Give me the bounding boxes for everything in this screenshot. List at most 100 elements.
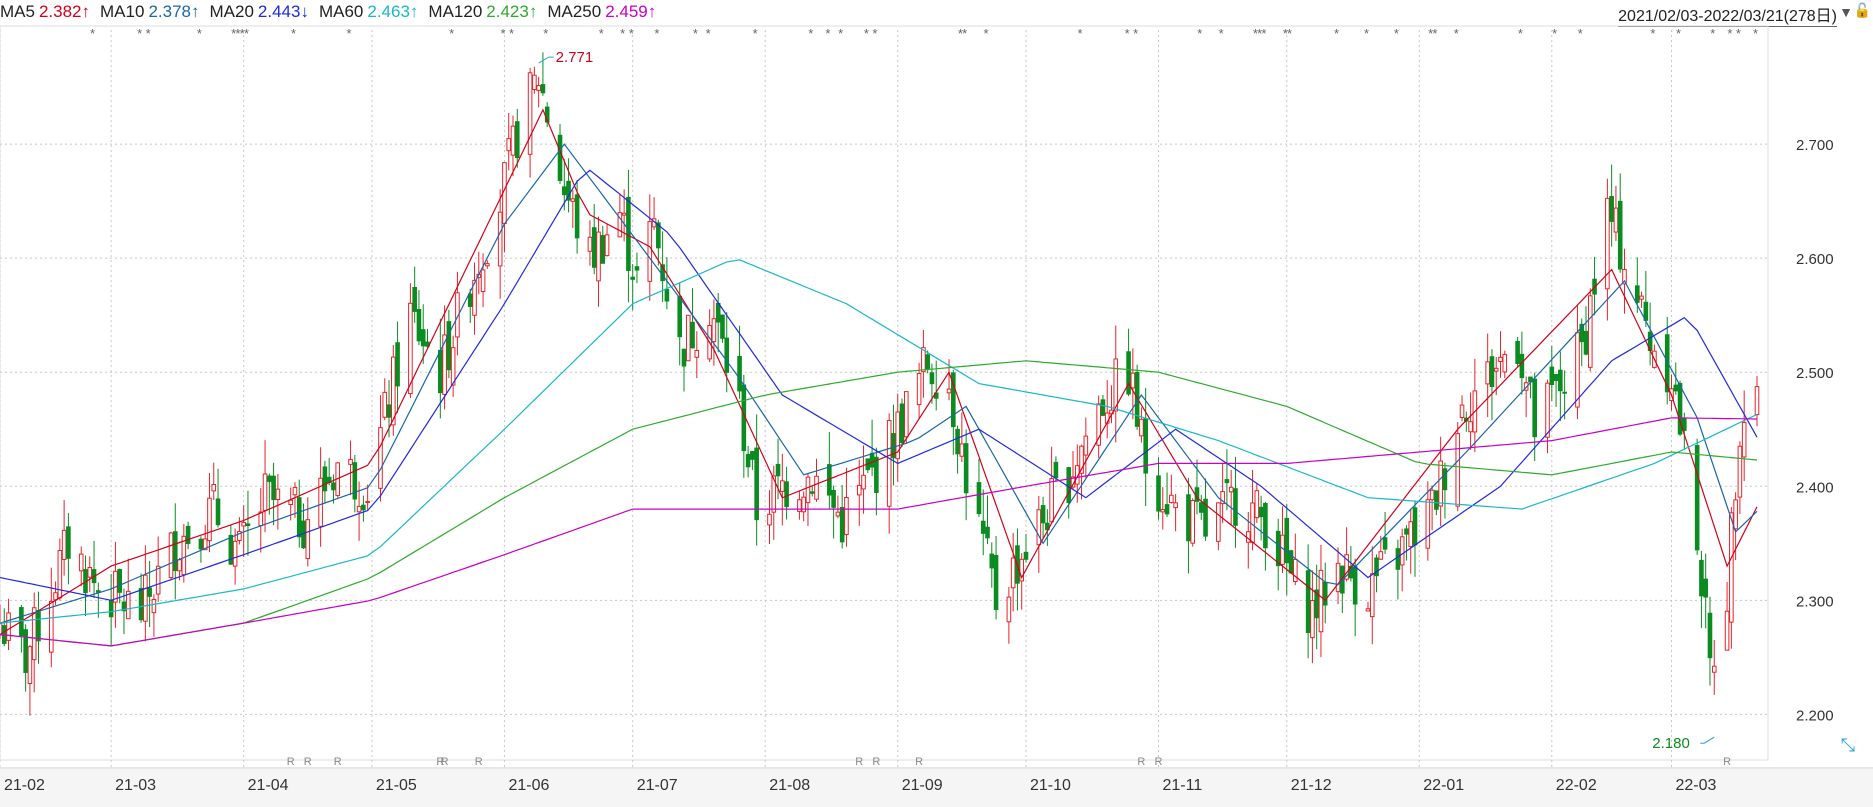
candle-body <box>784 481 789 508</box>
candle-body <box>1160 509 1166 513</box>
x-tick-label: 21-09 <box>902 777 943 794</box>
candle-body <box>61 529 67 560</box>
candle-body <box>1228 486 1234 493</box>
candle-body <box>420 329 426 347</box>
candle-body <box>750 450 755 460</box>
r-marker: R <box>304 756 312 768</box>
star-marker: * <box>1710 26 1715 41</box>
candle-body <box>1382 537 1388 550</box>
star-marker: * <box>838 26 843 41</box>
candle-body <box>1562 391 1567 394</box>
candle-body <box>963 443 969 494</box>
candle-body <box>856 484 862 496</box>
candle-body <box>1549 366 1555 386</box>
candle-body <box>262 473 268 511</box>
candle-body <box>1485 361 1490 385</box>
candle-body <box>1130 372 1136 389</box>
candle-body <box>899 403 905 444</box>
ma-line-ma60 <box>0 259 1758 624</box>
candle-body <box>267 475 272 482</box>
candle-body <box>715 302 721 323</box>
star-marker: * <box>1287 26 1292 41</box>
candle-body <box>1322 582 1328 606</box>
candle-body <box>382 391 388 418</box>
candle-body <box>1609 196 1614 222</box>
star-marker: * <box>599 26 604 41</box>
candle-body <box>232 540 238 567</box>
candle-body <box>630 276 635 280</box>
star-marker: * <box>449 26 454 41</box>
candle-body <box>6 612 11 641</box>
r-marker: R <box>872 756 880 768</box>
r-marker: R <box>334 756 342 768</box>
star-marker: * <box>1197 26 1202 41</box>
candle-body <box>767 513 772 526</box>
candle-body <box>1489 356 1495 387</box>
candle-body <box>1263 502 1268 549</box>
x-tick-label: 21-07 <box>637 777 678 794</box>
candle-body <box>724 337 730 373</box>
candle-body <box>1399 536 1405 566</box>
x-tick-label: 21-03 <box>115 777 156 794</box>
candle-body <box>1737 445 1743 498</box>
candle-body <box>720 314 725 339</box>
candle-body <box>1673 384 1679 392</box>
candle-body <box>886 420 892 507</box>
star-marker: * <box>1125 26 1130 41</box>
candle-body <box>1156 475 1161 512</box>
candle-body <box>1126 351 1131 395</box>
star-marker: * <box>825 26 830 41</box>
candle-body <box>1100 399 1106 416</box>
candle-body <box>395 342 400 387</box>
candle-body <box>1006 596 1012 623</box>
candlestick-chart[interactable]: 2.700 2.600 2.500 2.400 2.300 2.200 21-02 21-03… <box>0 0 1873 807</box>
candle-body <box>685 314 691 362</box>
candle-body <box>1639 295 1644 300</box>
candle-body <box>31 607 37 661</box>
candle-body <box>27 646 33 685</box>
candle-body <box>207 497 212 542</box>
candle-body <box>1532 378 1538 438</box>
expand-arrows-icon[interactable]: ⤡ <box>1841 735 1855 756</box>
candle-body <box>1468 421 1473 433</box>
candle-body <box>497 211 503 267</box>
candle-body <box>874 456 879 493</box>
candle-body <box>1293 558 1298 583</box>
star-marker: * <box>1454 26 1459 41</box>
star-marker: * <box>1334 26 1339 41</box>
star-marker: * <box>962 26 967 41</box>
candle-body <box>775 463 781 477</box>
candle-body <box>861 474 866 490</box>
star-marker: * <box>347 26 352 41</box>
candle-body <box>557 134 563 181</box>
candle-body <box>664 289 670 302</box>
candle-body <box>292 486 298 496</box>
candle-body <box>1190 499 1196 544</box>
x-tick-label: 21-06 <box>508 777 549 794</box>
candle-body <box>604 234 610 257</box>
candle-body <box>143 574 148 622</box>
x-tick-label: 21-05 <box>376 777 417 794</box>
star-marker: * <box>706 26 711 41</box>
candle-body <box>1699 559 1704 597</box>
candle-body <box>305 519 311 560</box>
candle-body <box>1113 358 1119 412</box>
candle-body <box>53 592 58 601</box>
candle-body <box>596 231 601 282</box>
candle-body <box>869 452 875 468</box>
star-marker: * <box>1727 26 1732 41</box>
candle-body <box>1173 502 1178 509</box>
candle-body <box>1169 494 1174 504</box>
candle-body <box>993 554 999 610</box>
candle-body <box>621 212 627 216</box>
candle-body <box>155 565 161 595</box>
star-marker: * <box>509 26 514 41</box>
r-marker: R <box>1155 756 1163 768</box>
candle-body <box>916 372 922 406</box>
star-marker: * <box>1518 26 1523 41</box>
x-tick-label: 21-12 <box>1291 777 1332 794</box>
candle-body <box>361 504 366 511</box>
candle-body <box>331 482 336 491</box>
x-tick-label: 22-01 <box>1423 777 1464 794</box>
candle-body <box>1455 433 1461 507</box>
